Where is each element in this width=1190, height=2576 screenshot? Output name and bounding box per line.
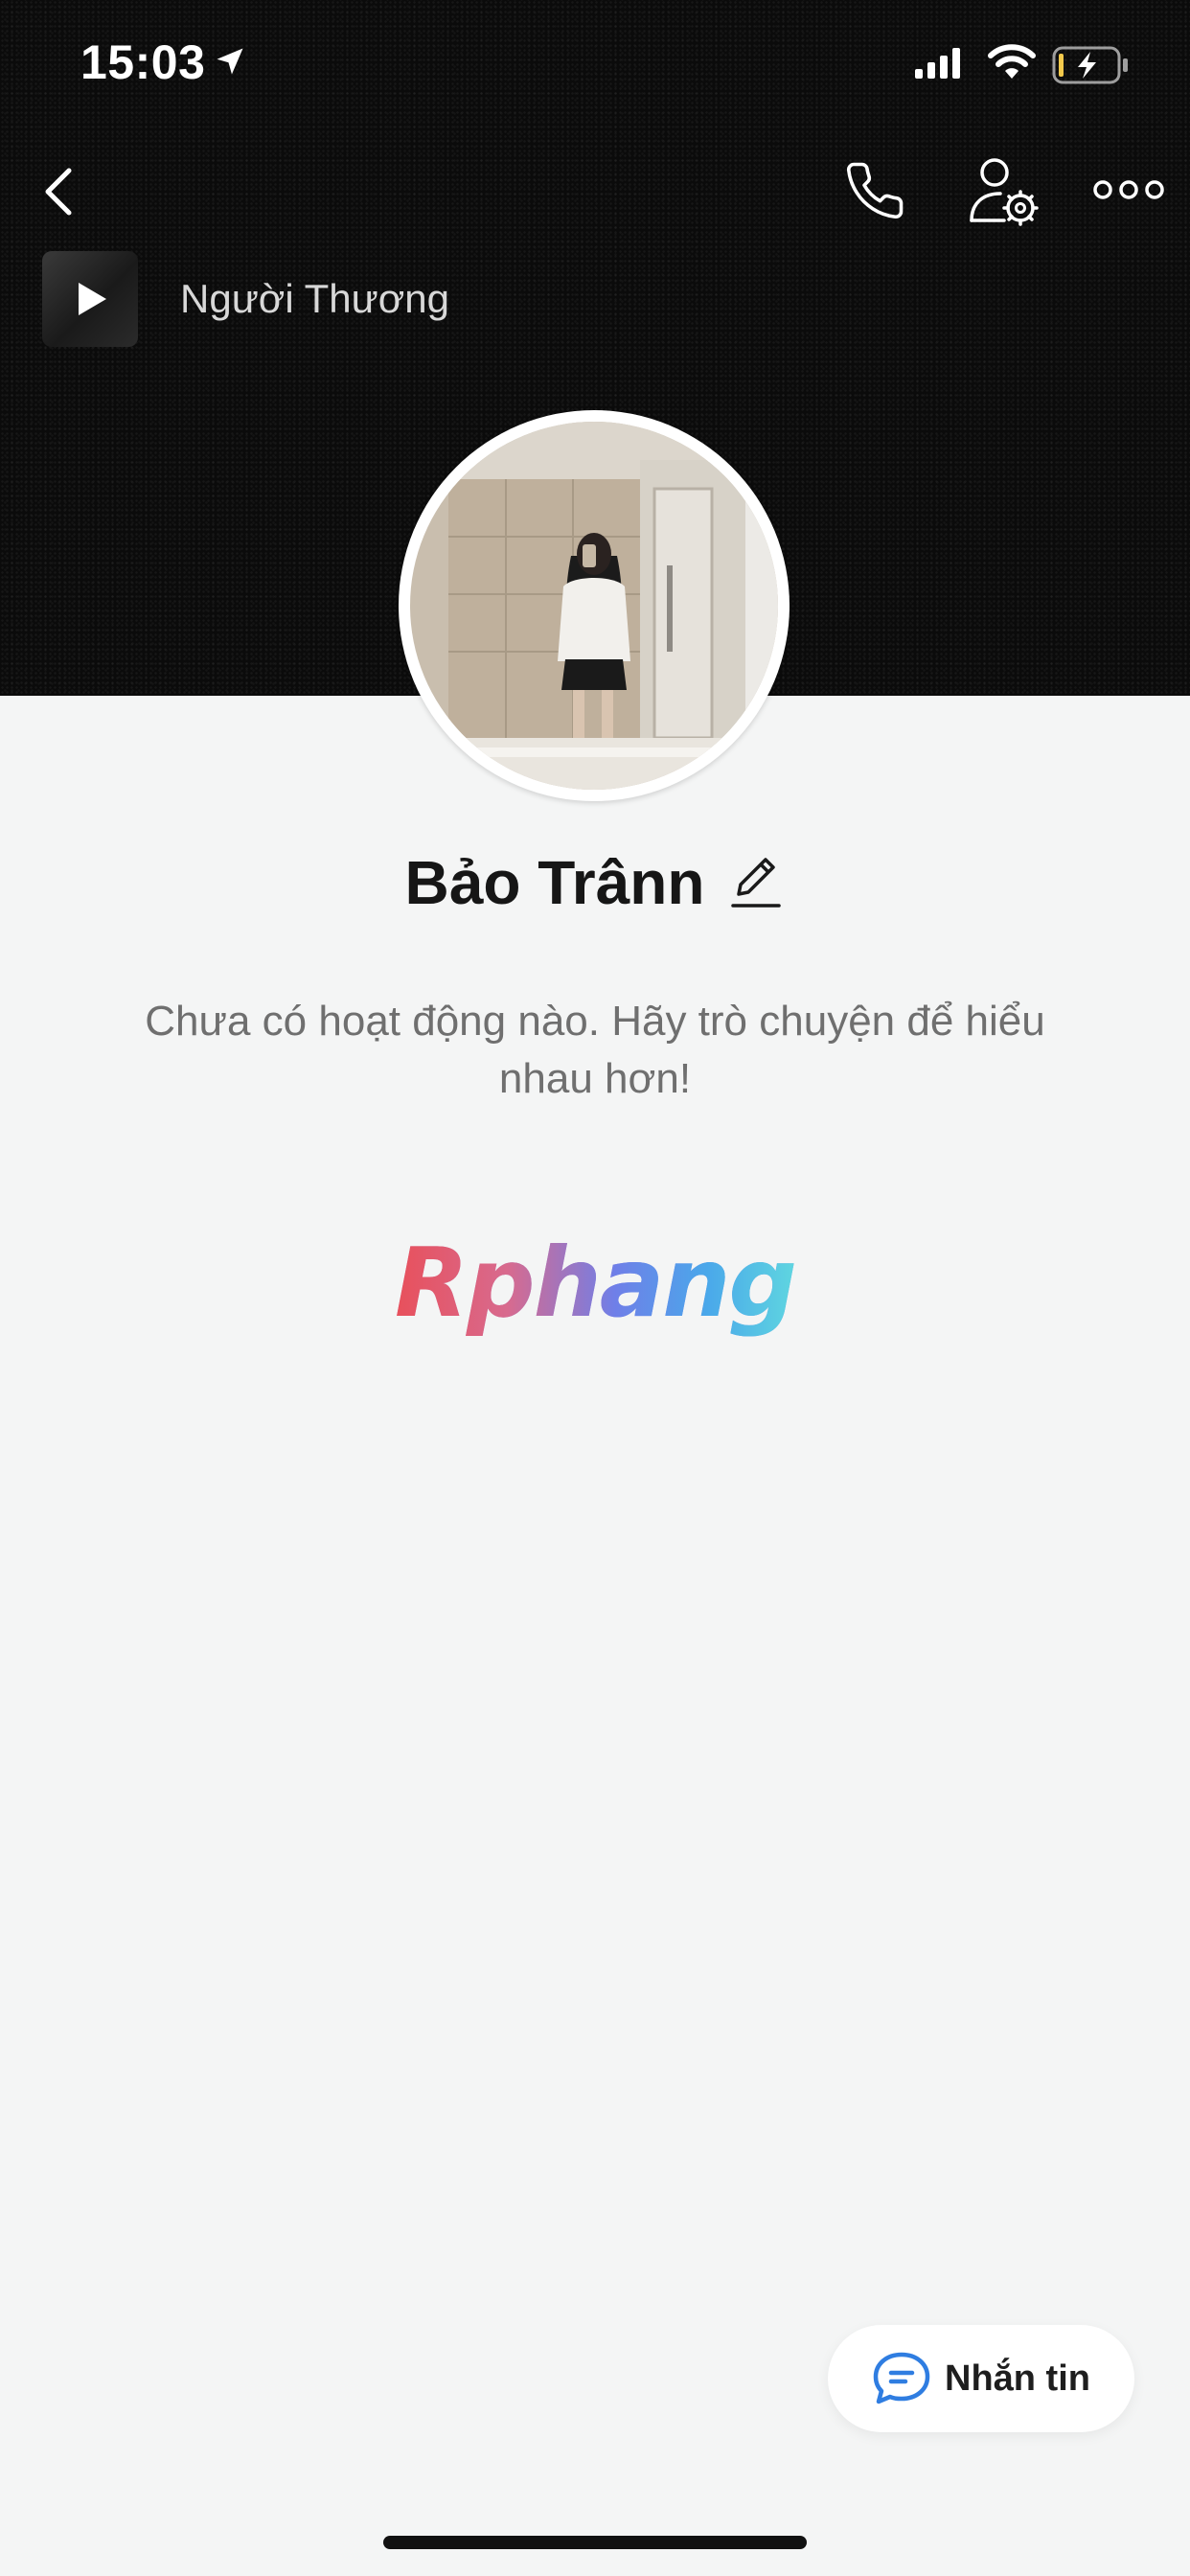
music-play-button[interactable] xyxy=(42,251,138,347)
status-bar: 15:03 xyxy=(0,0,1190,125)
edit-name-button[interactable] xyxy=(727,852,785,913)
watermark-logo: Rphang xyxy=(0,1227,1190,1339)
message-button[interactable]: Nhắn tin xyxy=(828,2325,1134,2432)
avatar[interactable] xyxy=(410,422,778,790)
profile-music: Người Thương xyxy=(42,251,449,347)
chat-bubble-icon xyxy=(873,2352,930,2404)
wifi-icon xyxy=(988,44,1036,79)
pencil-icon xyxy=(731,858,782,908)
top-nav-bar xyxy=(0,144,1190,240)
profile-name: Bảo Trânn xyxy=(404,848,705,917)
back-button[interactable] xyxy=(36,163,84,220)
play-icon xyxy=(79,283,106,315)
song-title[interactable]: Người Thương xyxy=(180,276,449,322)
signal-bars-icon xyxy=(915,48,960,79)
avatar-photo xyxy=(410,422,778,790)
empty-activity-text: Chưa có hoạt động nào. Hãy trò chuyện để… xyxy=(145,998,1045,1102)
status-time: 15:03 xyxy=(80,35,206,89)
user-settings-icon xyxy=(970,158,1039,226)
profile-name-row: Bảo Trânn xyxy=(0,847,1190,918)
location-arrow-icon xyxy=(217,48,243,75)
call-button[interactable] xyxy=(843,157,906,224)
message-button-label: Nhắn tin xyxy=(945,2358,1090,2399)
avatar-frame xyxy=(399,410,790,801)
more-button[interactable] xyxy=(1092,172,1165,207)
profile-settings-button[interactable] xyxy=(968,153,1041,228)
home-indicator xyxy=(383,2536,807,2549)
phone-icon xyxy=(846,162,904,219)
chevron-left-icon xyxy=(45,168,72,216)
watermark-text: Rphang xyxy=(394,1227,797,1339)
battery-charging-icon xyxy=(1052,46,1128,84)
more-dots-icon xyxy=(1093,180,1164,199)
